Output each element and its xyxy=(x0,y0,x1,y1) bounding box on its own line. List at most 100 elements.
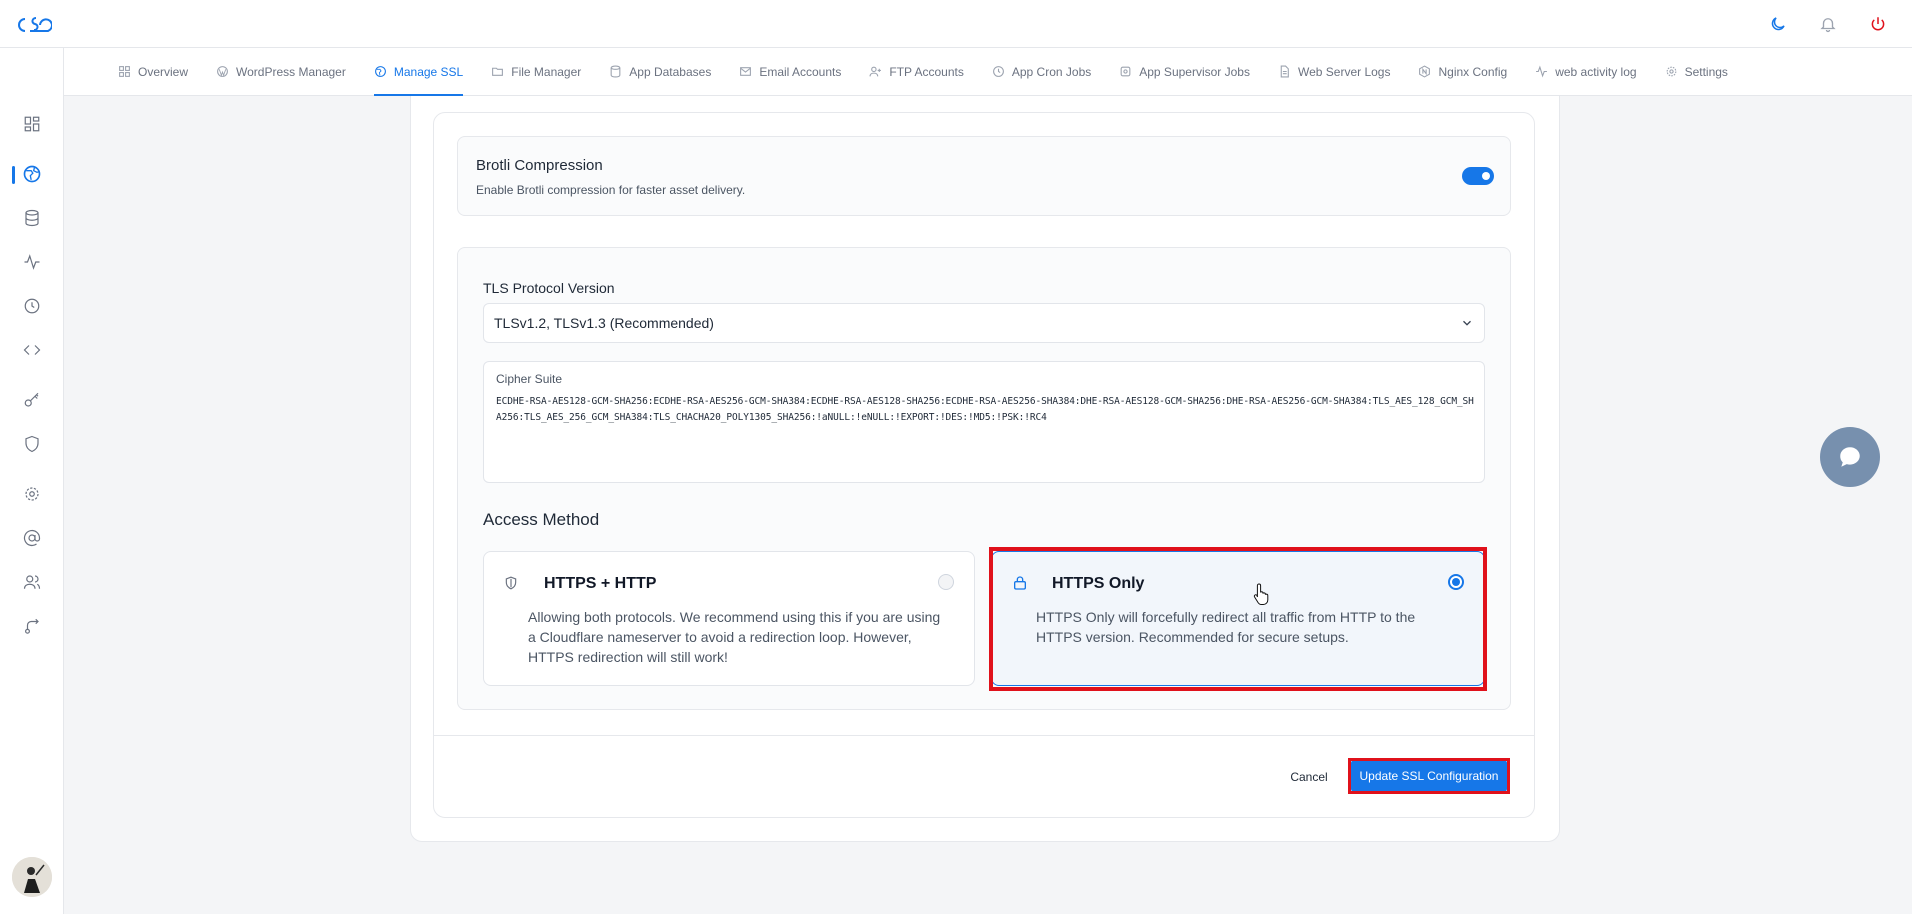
cipher-suite-value[interactable]: ECDHE-RSA-AES128-GCM-SHA256:ECDHE-RSA-AE… xyxy=(496,394,1476,426)
access-option-https-http[interactable]: HTTPS + HTTP Allowing both protocols. We… xyxy=(483,551,975,686)
lock-icon xyxy=(1012,575,1028,594)
code-icon xyxy=(23,345,41,355)
clock-icon xyxy=(992,66,1004,77)
tab-label: Overview xyxy=(138,64,189,79)
tab-wordpress-manager[interactable]: WordPress Manager xyxy=(202,48,360,96)
cipher-suite-field[interactable]: Cipher Suite ECDHE-RSA-AES128-GCM-SHA256… xyxy=(483,361,1485,483)
tab-web-activity-log[interactable]: web activity log xyxy=(1521,48,1650,96)
sidebar-item-email[interactable] xyxy=(0,520,64,556)
cancel-button[interactable]: Cancel xyxy=(1280,763,1338,791)
tab-file-manager[interactable]: File Manager xyxy=(477,48,595,96)
user-avatar-icon xyxy=(12,857,52,897)
tab-nginx-config[interactable]: Nginx Config xyxy=(1404,48,1521,96)
tab-label: File Manager xyxy=(511,64,582,79)
tab-label: Web Server Logs xyxy=(1297,64,1391,79)
tab-label: Settings xyxy=(1684,64,1728,79)
tab-app-databases[interactable]: App Databases xyxy=(595,48,725,96)
brotli-compression-card: Brotli Compression Enable Brotli compres… xyxy=(457,136,1511,216)
tab-overview[interactable]: Overview xyxy=(104,48,202,96)
clock-icon xyxy=(24,298,40,314)
access-method-title: Access Method xyxy=(483,510,600,529)
file-icon xyxy=(1280,65,1289,78)
key-icon xyxy=(24,392,39,407)
hand-cursor-icon xyxy=(1253,583,1271,609)
folder-icon xyxy=(492,67,504,76)
top-actions xyxy=(1768,14,1896,34)
chat-icon xyxy=(1840,447,1860,467)
activity-icon xyxy=(24,254,40,270)
radio-https-http[interactable] xyxy=(938,574,954,590)
sidebar-item-gear[interactable] xyxy=(0,476,64,512)
chat-widget-button[interactable] xyxy=(1820,427,1880,487)
tab-label: App Cron Jobs xyxy=(1011,64,1092,79)
shield-icon xyxy=(504,575,518,594)
sidebar-item-activity[interactable] xyxy=(0,244,64,280)
tab-ftp-accounts[interactable]: FTP Accounts xyxy=(855,48,977,96)
sidebar xyxy=(0,48,64,914)
tab-manage-ssl[interactable]: Manage SSL xyxy=(360,48,477,96)
database-icon xyxy=(610,65,621,78)
tab-web-server-logs[interactable]: Web Server Logs xyxy=(1264,48,1405,96)
at-icon xyxy=(23,529,41,547)
tab-label: WordPress Manager xyxy=(236,64,346,79)
sidebar-item-globe[interactable] xyxy=(0,156,64,192)
sidebar-item-clock[interactable] xyxy=(0,288,64,324)
user-plus-icon xyxy=(869,66,882,77)
cipher-suite-label: Cipher Suite xyxy=(496,372,563,386)
route-icon xyxy=(25,618,39,634)
sidebar-item-shield[interactable] xyxy=(0,426,64,462)
brotli-toggle[interactable] xyxy=(1462,167,1494,185)
tls-protocol-select[interactable]: TLSv1.2, TLSv1.3 (Recommended) xyxy=(483,303,1485,343)
tab-label: App Supervisor Jobs xyxy=(1139,64,1250,79)
settings-icon xyxy=(1666,66,1676,77)
chevron-down-icon xyxy=(1463,320,1471,326)
wordpress-icon xyxy=(217,66,228,77)
tab-label: Manage SSL xyxy=(393,64,464,79)
sidebar-item-database[interactable] xyxy=(0,200,64,236)
moon-icon[interactable] xyxy=(1768,14,1788,34)
radio-https-only[interactable] xyxy=(1448,574,1464,590)
app-logo[interactable] xyxy=(16,11,60,37)
cs-logo-icon xyxy=(18,16,52,32)
brotli-title: Brotli Compression xyxy=(476,157,603,174)
users-icon xyxy=(23,575,41,589)
option-description: HTTPS Only will forcefully redirect all … xyxy=(1036,609,1416,645)
option-title: HTTPS + HTTP xyxy=(544,575,657,592)
globe-icon xyxy=(374,66,386,77)
tab-label: Nginx Config xyxy=(1438,64,1508,79)
footer-divider xyxy=(434,735,1534,736)
access-option-https-only[interactable]: HTTPS Only HTTPS Only will forcefully re… xyxy=(991,551,1485,686)
database-icon xyxy=(25,209,39,227)
sidebar-item-key[interactable] xyxy=(0,382,64,418)
grid-icon xyxy=(119,66,130,77)
avatar[interactable] xyxy=(12,857,52,897)
tab-email-accounts[interactable]: Email Accounts xyxy=(725,48,855,96)
gear-icon xyxy=(25,487,39,501)
mail-icon xyxy=(740,67,752,76)
sidebar-item-code[interactable] xyxy=(0,332,64,368)
tab-app-cron-jobs[interactable]: App Cron Jobs xyxy=(978,48,1105,96)
option-description: Allowing both protocols. We recommend us… xyxy=(528,609,941,665)
nginx-icon xyxy=(1419,65,1431,78)
sidebar-item-dashboard[interactable] xyxy=(0,106,64,142)
shield-icon xyxy=(25,435,39,453)
tab-label: App Databases xyxy=(629,64,712,79)
tab-settings[interactable]: Settings xyxy=(1651,48,1742,96)
tab-label: Email Accounts xyxy=(759,64,842,79)
tls-protocol-value: TLSv1.2, TLSv1.3 (Recommended) xyxy=(494,315,714,331)
tab-label: FTP Accounts xyxy=(889,64,964,79)
power-icon[interactable] xyxy=(1868,14,1888,34)
bell-icon[interactable] xyxy=(1818,14,1838,34)
globe-icon xyxy=(23,165,41,183)
activity-icon xyxy=(1536,65,1548,78)
dashboard-icon xyxy=(24,116,40,132)
brotli-description: Enable Brotli compression for faster ass… xyxy=(476,183,746,197)
cog-icon xyxy=(1120,66,1131,77)
tab-app-supervisor-jobs[interactable]: App Supervisor Jobs xyxy=(1105,48,1264,96)
sidebar-item-route[interactable] xyxy=(0,608,64,644)
option-title: HTTPS Only xyxy=(1052,575,1145,592)
tab-label: web activity log xyxy=(1555,64,1637,79)
update-ssl-configuration-button[interactable]: Update SSL Configuration xyxy=(1351,760,1507,792)
sidebar-item-users[interactable] xyxy=(0,564,64,600)
tls-protocol-label: TLS Protocol Version xyxy=(483,280,615,296)
